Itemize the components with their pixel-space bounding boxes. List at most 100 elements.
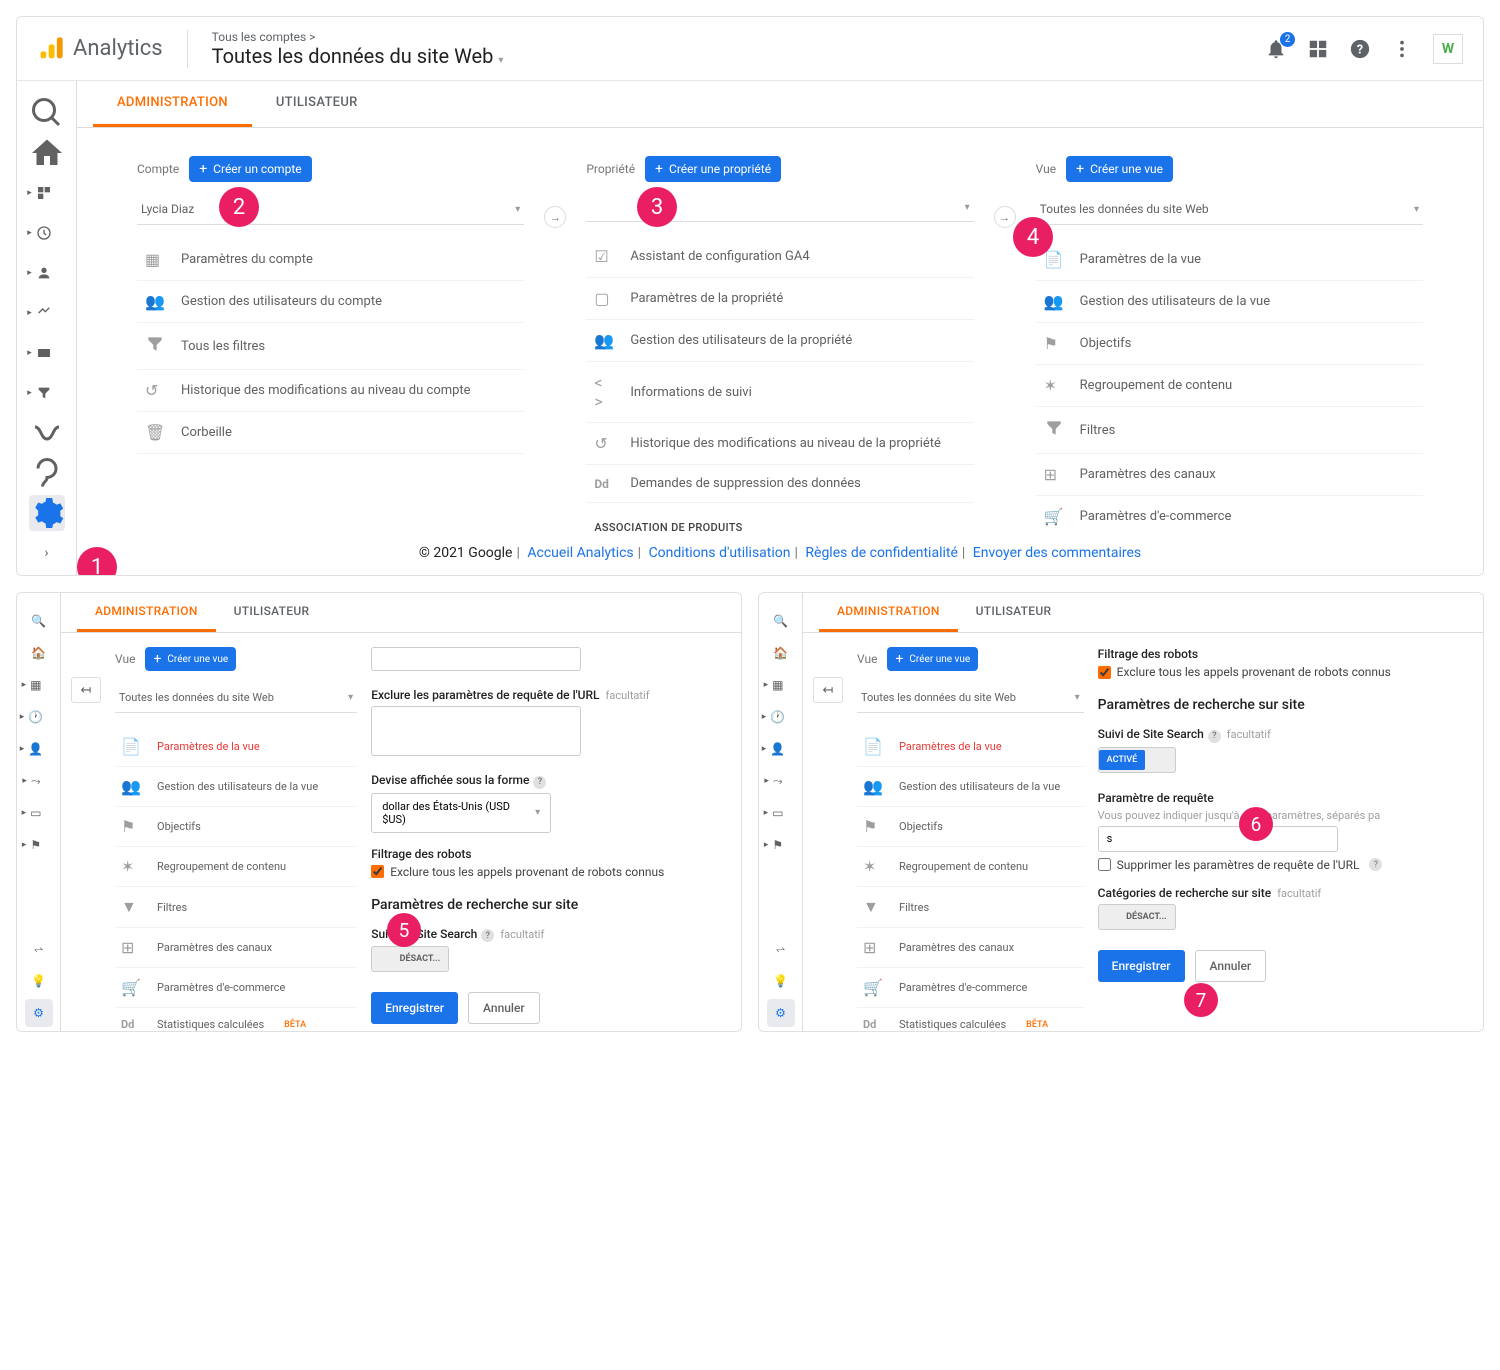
view-users[interactable]: 👥Gestion des utilisateurs de la vue [115, 767, 357, 807]
behavior-icon[interactable]: ▸ [29, 335, 65, 371]
track-toggle-off[interactable]: DÉSACT... [371, 946, 449, 972]
apps-icon[interactable] [1307, 38, 1329, 60]
account-filters[interactable]: Tous les filtres [137, 323, 524, 370]
audience-icon[interactable]: ▸ [29, 255, 65, 291]
view-settings[interactable]: 📄Paramètres de la vue [115, 727, 357, 767]
filters[interactable]: Filtres [1036, 407, 1423, 454]
calc-metrics[interactable]: DdStatistiques calculéesBÊTA [857, 1008, 1084, 1031]
view-select[interactable]: Toutes les données du site Web▾ [1036, 194, 1423, 225]
conversions-icon[interactable]: ▸ [29, 375, 65, 411]
view-users[interactable]: 👥Gestion des utilisateurs de la vue [857, 767, 1084, 807]
breadcrumb[interactable]: Tous les comptes > Toutes les données du… [187, 30, 504, 68]
cancel-button[interactable]: Annuler [1195, 950, 1267, 982]
search-icon[interactable]: 🔍 [25, 607, 53, 635]
footer-privacy[interactable]: Règles de confidentialité [805, 545, 958, 561]
notifications-icon[interactable]: 2 [1265, 38, 1287, 60]
customization-icon[interactable]: ▸▦ [767, 671, 795, 699]
view-select[interactable]: Toutes les données du site Web▾ [115, 683, 357, 713]
audience-icon[interactable]: ▸👤 [767, 735, 795, 763]
goals[interactable]: ⚑Objectifs [1036, 323, 1423, 365]
ecommerce-settings[interactable]: 🛒Paramètres d'e-commerce [115, 968, 357, 1008]
tab-user[interactable]: UTILISATEUR [216, 593, 328, 632]
ecommerce-settings[interactable]: 🛒Paramètres d'e-commerce [1036, 496, 1423, 531]
account-settings[interactable]: ▦Paramètres du compte [137, 239, 524, 281]
view-settings[interactable]: 📄Paramètres de la vue [857, 727, 1084, 767]
behavior-icon[interactable]: ▸▭ [767, 799, 795, 827]
track-toggle-on[interactable]: ACTIVÉ [1098, 747, 1176, 773]
channel-settings[interactable]: ⊞Paramètres des canaux [857, 928, 1084, 968]
attribution-icon[interactable] [29, 415, 65, 451]
tab-admin[interactable]: ADMINISTRATION [819, 593, 958, 632]
view-users[interactable]: 👥Gestion des utilisateurs de la vue [1036, 281, 1423, 323]
create-view-button[interactable]: Créer une vue [145, 647, 236, 671]
account-history[interactable]: ↺Historique des modifications au niveau … [137, 370, 524, 412]
arrow-right-icon[interactable]: → [994, 206, 1016, 228]
tab-admin[interactable]: ADMINISTRATION [77, 593, 216, 632]
attribution-icon[interactable]: ⥋ [767, 935, 795, 963]
admin-icon[interactable] [29, 495, 65, 531]
property-settings[interactable]: ▢Paramètres de la propriété [586, 278, 973, 320]
ecommerce-settings[interactable]: 🛒Paramètres d'e-commerce [857, 968, 1084, 1008]
discover-icon[interactable]: 💡 [25, 967, 53, 995]
back-button[interactable]: ↤ [813, 677, 843, 703]
channel-settings[interactable]: ⊞Paramètres des canaux [1036, 454, 1423, 496]
collapse-icon[interactable]: › [29, 535, 65, 571]
menu-icon[interactable] [1391, 38, 1413, 60]
filters[interactable]: ▼Filtres [115, 887, 357, 928]
save-button[interactable]: Enregistrer [1098, 950, 1185, 982]
create-account-button[interactable]: Créer un compte [189, 156, 311, 182]
acquisition-icon[interactable]: ▸⤳ [767, 767, 795, 795]
param-input[interactable] [1098, 826, 1338, 852]
data-deletion[interactable]: DdDemandes de suppression des données [586, 465, 973, 503]
ga4-assistant[interactable]: ☑Assistant de configuration GA4 [586, 236, 973, 278]
discover-icon[interactable] [29, 455, 65, 491]
property-history[interactable]: ↺Historique des modifications au niveau … [586, 423, 973, 465]
conversions-icon[interactable]: ▸⚑ [767, 831, 795, 859]
create-view-button[interactable]: Créer une vue [1066, 156, 1173, 182]
realtime-icon[interactable]: ▸🕐 [767, 703, 795, 731]
bot-checkbox[interactable]: Exclure tous les appels provenant de rob… [371, 865, 721, 879]
view-settings[interactable]: 📄Paramètres de la vue [1036, 239, 1423, 281]
account-users[interactable]: 👥Gestion des utilisateurs du compte [137, 281, 524, 323]
footer-home[interactable]: Accueil Analytics [527, 545, 633, 561]
goals[interactable]: ⚑Objectifs [857, 807, 1084, 847]
search-icon[interactable] [29, 95, 65, 131]
conversions-icon[interactable]: ▸⚑ [25, 831, 53, 859]
avatar[interactable]: W [1433, 34, 1463, 64]
acquisition-icon[interactable]: ▸ [29, 295, 65, 331]
home-icon[interactable]: 🏠 [767, 639, 795, 667]
behavior-icon[interactable]: ▸▭ [25, 799, 53, 827]
customization-icon[interactable]: ▸▦ [25, 671, 53, 699]
currency-select[interactable]: dollar des États-Unis (USD $US)▾ [371, 793, 551, 833]
goals[interactable]: ⚑Objectifs [115, 807, 357, 847]
discover-icon[interactable]: 💡 [767, 967, 795, 995]
property-users[interactable]: 👥Gestion des utilisateurs de la propriét… [586, 320, 973, 362]
create-property-button[interactable]: Créer une propriété [645, 156, 781, 182]
url-id-field[interactable] [371, 647, 581, 671]
cat-toggle-off[interactable]: DÉSACT... [1098, 904, 1176, 930]
arrow-right-icon[interactable]: → [544, 206, 566, 228]
channel-settings[interactable]: ⊞Paramètres des canaux [115, 928, 357, 968]
footer-terms[interactable]: Conditions d'utilisation [649, 545, 791, 561]
account-select[interactable]: Lycia Diaz▾ [137, 194, 524, 225]
tab-admin[interactable]: ADMINISTRATION [93, 81, 252, 127]
bot-checkbox[interactable]: Exclure tous les appels provenant de rob… [1098, 665, 1471, 679]
save-button[interactable]: Enregistrer [371, 992, 458, 1024]
home-icon[interactable]: 🏠 [25, 639, 53, 667]
strip-checkbox[interactable]: Supprimer les paramètres de requête de l… [1098, 858, 1471, 872]
filters[interactable]: ▼Filtres [857, 887, 1084, 928]
view-select[interactable]: Toutes les données du site Web▾ [857, 683, 1084, 713]
tracking-info[interactable]: < >Informations de suivi [586, 362, 973, 423]
admin-icon[interactable]: ⚙ [25, 999, 53, 1027]
realtime-icon[interactable]: ▸🕐 [25, 703, 53, 731]
content-grouping[interactable]: ✶Regroupement de contenu [857, 847, 1084, 887]
cancel-button[interactable]: Annuler [468, 992, 540, 1024]
back-button[interactable]: ↤ [71, 677, 101, 703]
logo[interactable]: Analytics [37, 35, 163, 63]
tab-user[interactable]: UTILISATEUR [252, 81, 382, 127]
footer-feedback[interactable]: Envoyer des commentaires [973, 545, 1141, 561]
create-view-button[interactable]: Créer une vue [887, 647, 978, 671]
search-icon[interactable]: 🔍 [767, 607, 795, 635]
attribution-icon[interactable]: ⥋ [25, 935, 53, 963]
exclude-field[interactable] [371, 706, 581, 756]
